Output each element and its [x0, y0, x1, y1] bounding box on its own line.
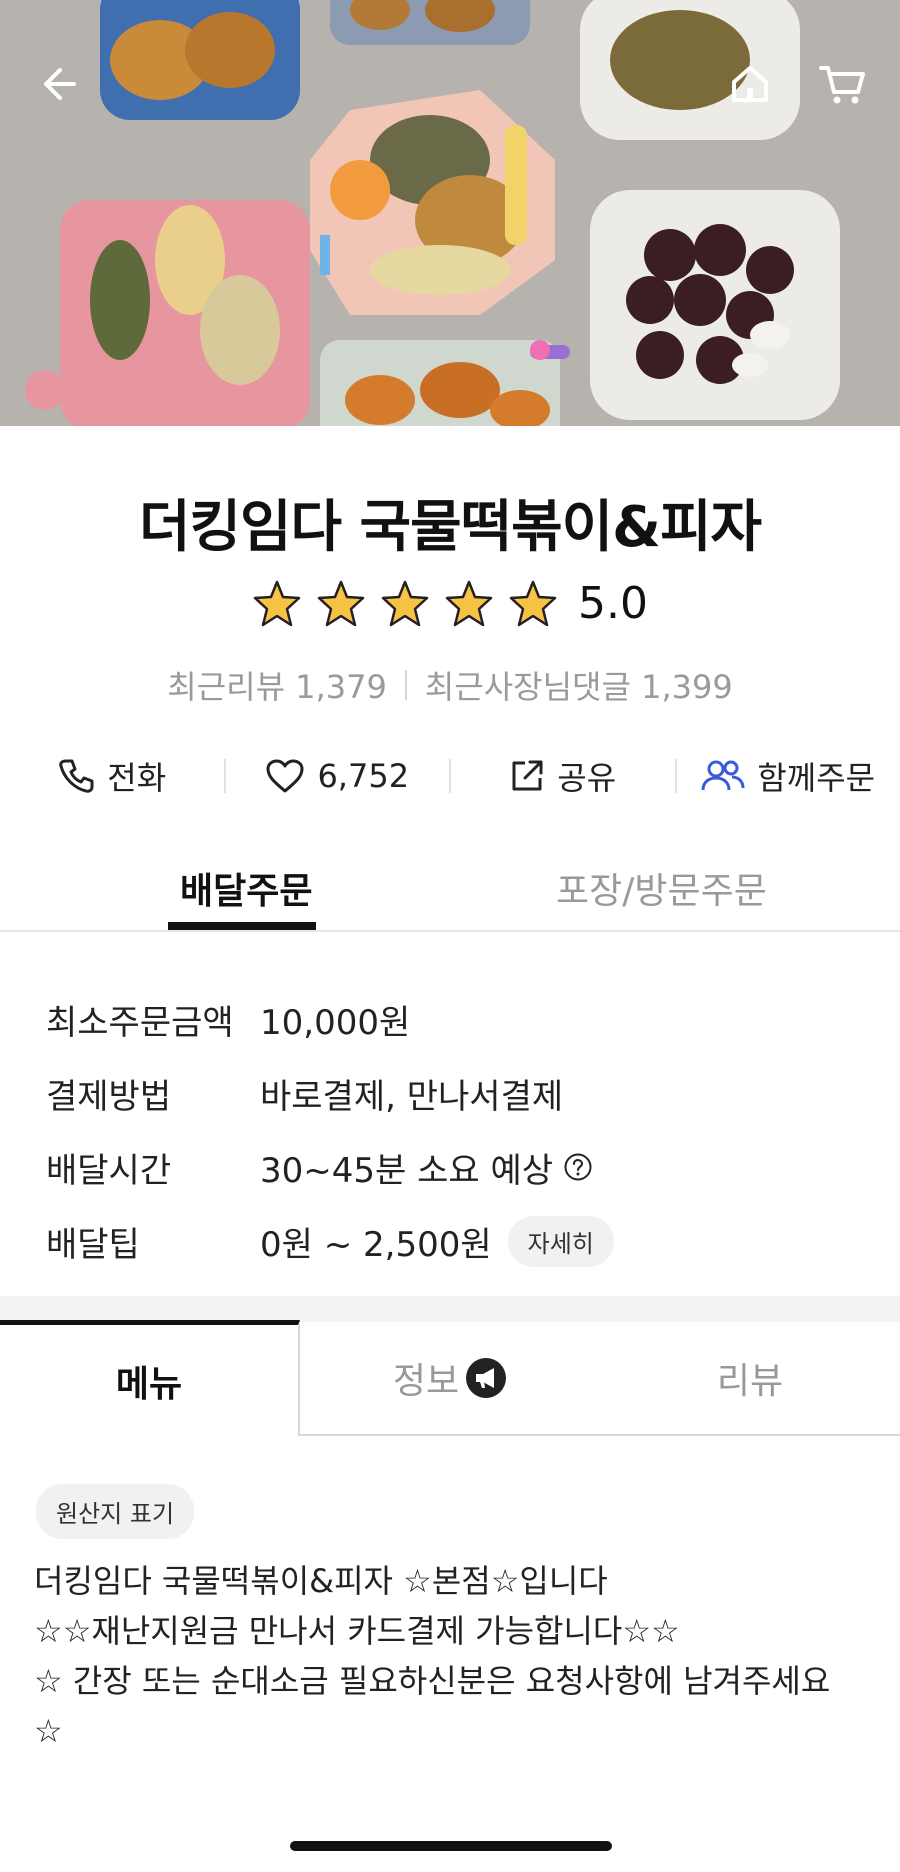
- review-counts: 최근리뷰 1,379 최근사장님댓글 1,399: [0, 662, 900, 708]
- delivery-tip-detail-button[interactable]: 자세히: [507, 1215, 614, 1267]
- min-order-row: 최소주문금액 10,000원: [46, 982, 614, 1056]
- action-bar: 전화 6,752 공유 함께주문: [0, 748, 900, 804]
- back-button[interactable]: [26, 52, 90, 116]
- heart-icon: [266, 759, 304, 793]
- share-icon: [512, 760, 543, 791]
- tab-menu-label: 메뉴: [115, 1363, 183, 1405]
- rating-value: 5.0: [578, 578, 648, 629]
- group-order-button[interactable]: 함께주문: [677, 753, 900, 799]
- delivery-tip-value: 0원 ~ 2,500원: [260, 1224, 492, 1265]
- tab-info-label: 정보: [392, 1361, 460, 1402]
- content-tabs: 메뉴 정보 리뷰: [0, 1320, 900, 1436]
- like-count: 6,752: [317, 757, 410, 795]
- delivery-info: 최소주문금액 10,000원 결제방법 바로결제, 만나서결제 배달시간 30~…: [46, 982, 614, 1278]
- phone-icon: [59, 759, 94, 793]
- help-icon[interactable]: [563, 1152, 593, 1182]
- min-order-label: 최소주문금액: [46, 1002, 234, 1043]
- arrow-left-icon: [44, 68, 76, 100]
- min-order-value: 10,000원: [260, 1002, 411, 1043]
- payment-value: 바로결제, 만나서결제: [260, 1076, 564, 1117]
- cart-icon: [819, 66, 865, 104]
- tab-delivery[interactable]: 배달주문: [180, 862, 312, 914]
- like-button[interactable]: 6,752: [226, 757, 450, 795]
- tab-indicator: [168, 922, 316, 930]
- payment-label: 결제방법: [46, 1076, 172, 1117]
- group-icon: [701, 760, 745, 791]
- star-icon: [253, 580, 301, 626]
- home-button[interactable]: [718, 52, 782, 116]
- delivery-time-row: 배달시간 30~45분 소요 예상: [46, 1130, 614, 1204]
- section-divider: [0, 1296, 900, 1320]
- delivery-time-value-wrap: 30~45분 소요 예상: [260, 1143, 593, 1192]
- star-icon: [445, 580, 493, 626]
- store-notice: 더킹임다 국물떡볶이&피자 ☆본점☆입니다 ☆☆재난지원금 만나서 카드결제 가…: [34, 1556, 884, 1756]
- delivery-time-value: 30~45분 소요 예상: [260, 1150, 554, 1191]
- group-order-label: 함께주문: [757, 759, 876, 797]
- tab-review-label: 리뷰: [716, 1361, 784, 1402]
- rating-stars: [252, 579, 558, 629]
- home-icon: [732, 66, 768, 102]
- recent-reviews-link[interactable]: 최근리뷰 1,379: [167, 662, 387, 708]
- share-label: 공유: [557, 759, 617, 797]
- notice-line: ☆☆재난지원금 만나서 카드결제 가능합니다☆☆: [34, 1612, 680, 1650]
- order-type-tabs: 배달주문 포장/방문주문: [0, 848, 900, 932]
- tab-review[interactable]: 리뷰: [600, 1320, 900, 1436]
- delivery-tip-label: 배달팁: [46, 1224, 140, 1265]
- delivery-time-label: 배달시간: [46, 1150, 172, 1191]
- call-label: 전화: [107, 759, 167, 797]
- notice-line: 더킹임다 국물떡볶이&피자 ☆본점☆입니다: [34, 1562, 608, 1600]
- notice-line: ☆ 간장 또는 순대소금 필요하신분은 요청사항에 남겨주세요: [34, 1662, 831, 1700]
- call-button[interactable]: 전화: [0, 753, 224, 799]
- divider: [404, 670, 407, 700]
- hero-image: [0, 0, 900, 426]
- home-indicator[interactable]: [290, 1841, 612, 1851]
- tab-pickup[interactable]: 포장/방문주문: [556, 862, 767, 914]
- share-button[interactable]: 공유: [451, 753, 675, 799]
- store-name: 더킹임다 국물떡볶이&피자: [138, 495, 762, 560]
- rating-row: 5.0: [0, 578, 900, 629]
- announcement-icon: [466, 1358, 507, 1398]
- cart-button[interactable]: [810, 52, 874, 116]
- recent-owner-replies-link[interactable]: 최근사장님댓글 1,399: [425, 662, 733, 708]
- tab-info[interactable]: 정보: [300, 1320, 600, 1436]
- tab-menu[interactable]: 메뉴: [0, 1320, 300, 1436]
- star-icon: [381, 580, 429, 626]
- delivery-tip-row: 배달팁 0원 ~ 2,500원 자세히: [46, 1204, 614, 1278]
- notice-line: ☆: [34, 1712, 63, 1750]
- payment-row: 결제방법 바로결제, 만나서결제: [46, 1056, 614, 1130]
- star-icon: [509, 580, 557, 626]
- origin-label-button[interactable]: 원산지 표기: [36, 1484, 195, 1539]
- star-icon: [317, 580, 365, 626]
